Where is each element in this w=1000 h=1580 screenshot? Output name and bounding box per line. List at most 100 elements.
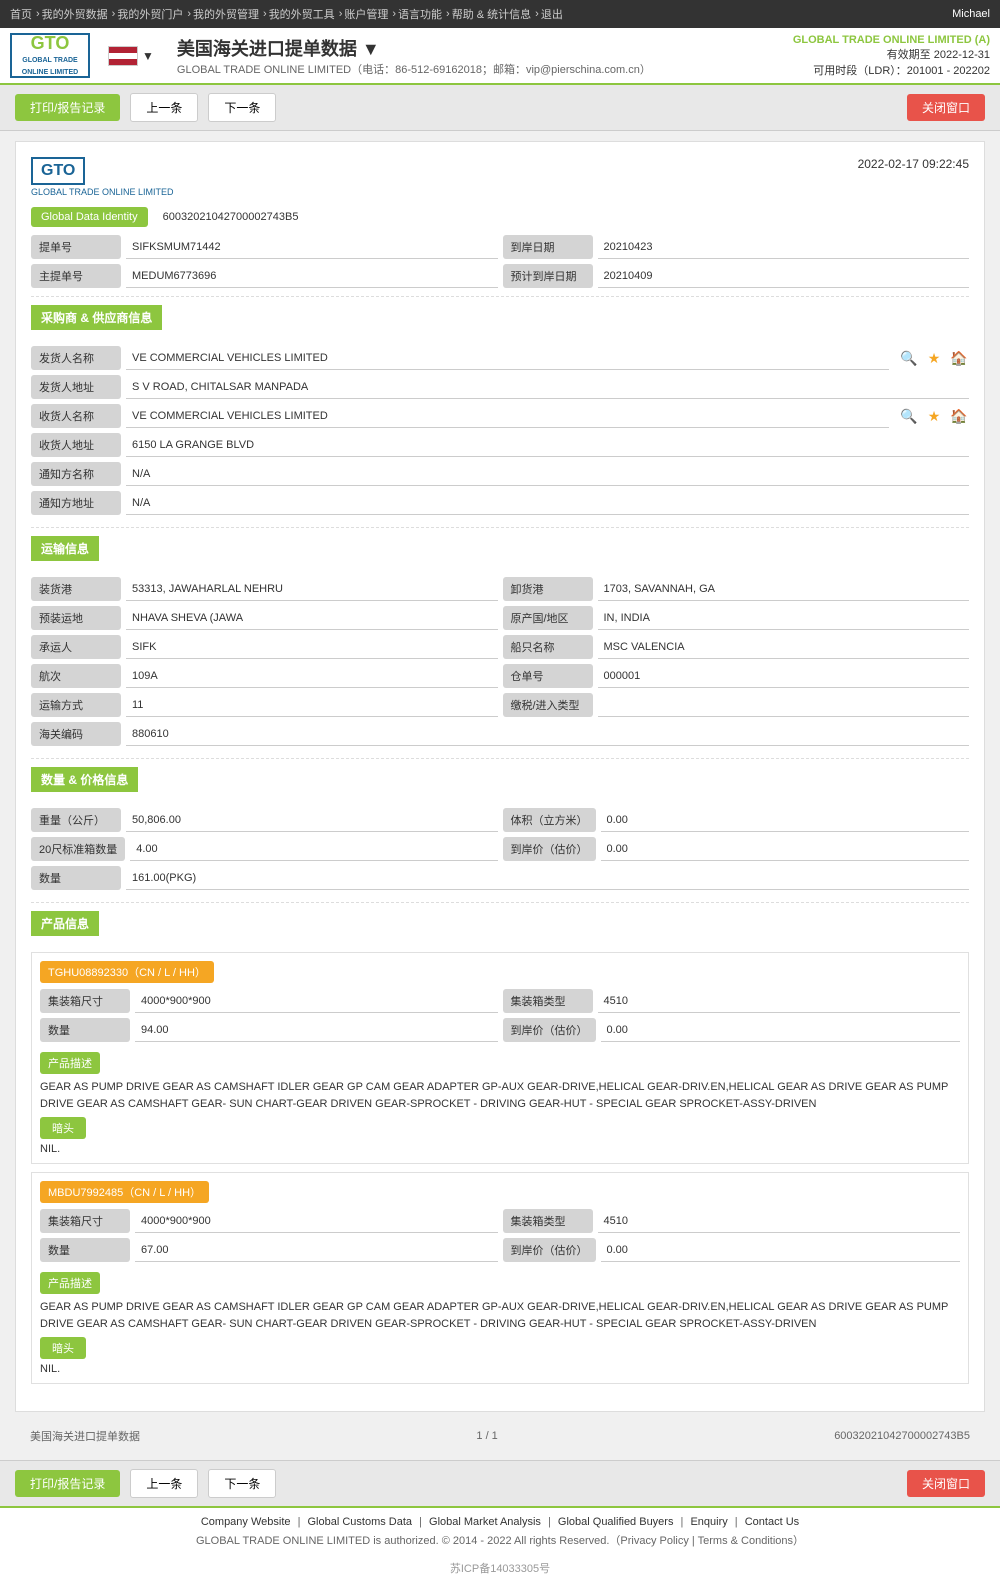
notify-name-row: 通知方名称 N/A bbox=[31, 462, 969, 486]
nav-home[interactable]: 首页 bbox=[10, 6, 32, 22]
transport-mode-label: 运输方式 bbox=[31, 693, 121, 717]
search-icon[interactable]: 🔍 bbox=[899, 348, 919, 368]
container1-size-value: 4000*900*900 bbox=[135, 989, 498, 1013]
vessel-group: 船只名称 MSC VALENCIA bbox=[503, 635, 970, 659]
transport-customs-row: 运输方式 11 缴税/进入类型 bbox=[31, 693, 969, 717]
footer-link-buyers[interactable]: Global Qualified Buyers bbox=[558, 1516, 674, 1528]
flag-selector[interactable]: ▼ bbox=[108, 46, 154, 66]
notify-addr-label: 通知方地址 bbox=[31, 491, 121, 515]
record-datetime: 2022-02-17 09:22:45 bbox=[858, 157, 969, 171]
container1-nil: NIL. bbox=[40, 1143, 960, 1155]
prev-button[interactable]: 上一条 bbox=[130, 93, 198, 122]
container1-type-group: 集装箱类型 4510 bbox=[503, 989, 961, 1013]
containers-20-group: 20尺标准箱数量 4.00 bbox=[31, 837, 498, 861]
quantity-section-title: 数量 & 价格信息 bbox=[31, 767, 138, 792]
pagination-title: 美国海关进口提单数据 bbox=[30, 1428, 140, 1444]
transport-mode-value: 11 bbox=[126, 693, 498, 717]
star-icon[interactable]: ★ bbox=[924, 348, 944, 368]
container1-more-btn[interactable]: 暗头 bbox=[40, 1117, 86, 1139]
container-no-label: 仓单号 bbox=[503, 664, 593, 688]
bottom-print-button[interactable]: 打印/报告记录 bbox=[15, 1470, 120, 1497]
arrival-date-label: 到岸日期 bbox=[503, 235, 593, 259]
product-section-title: 产品信息 bbox=[31, 911, 99, 936]
container-item-2: MBDU7992485（CN / L / HH） 集装箱尺寸 4000*900*… bbox=[31, 1172, 969, 1384]
nav-export-manage[interactable]: 我的外贸管理 bbox=[193, 6, 259, 22]
nav-export-portal[interactable]: 我的外贸门户 bbox=[117, 6, 183, 22]
container1-size-label: 集装箱尺寸 bbox=[40, 989, 130, 1013]
nav-export-data[interactable]: 我的外贸数据 bbox=[42, 6, 108, 22]
dest-port-label: 卸货港 bbox=[503, 577, 593, 601]
qty-row: 数量 161.00(PKG) bbox=[31, 866, 969, 890]
print-button[interactable]: 打印/报告记录 bbox=[15, 94, 120, 121]
bottom-next-button[interactable]: 下一条 bbox=[208, 1469, 276, 1498]
footer: Company Website | Global Customs Data | … bbox=[0, 1506, 1000, 1556]
preload-row: 预装运地 NHAVA SHEVA (JAWA 原产国/地区 IN, INDIA bbox=[31, 606, 969, 630]
next-button[interactable]: 下一条 bbox=[208, 93, 276, 122]
master-bill-value: MEDUM6773696 bbox=[126, 264, 498, 288]
container2-price-value: 0.00 bbox=[601, 1238, 961, 1262]
notify-addr-value: N/A bbox=[126, 491, 969, 515]
record-card: GTO GLOBAL TRADE ONLINE LIMITED 2022-02-… bbox=[15, 141, 985, 1412]
page-subtitle: GLOBAL TRADE ONLINE LIMITED（电话：86-512-69… bbox=[177, 61, 651, 77]
shipper-name-row: 发货人名称 VE COMMERCIAL VEHICLES LIMITED 🔍 ★… bbox=[31, 346, 969, 370]
nav-account[interactable]: 账户管理 bbox=[344, 6, 388, 22]
global-id-row: Global Data Identity 6003202104270000274… bbox=[31, 207, 969, 227]
container-1-id: TGHU08892330（CN / L / HH） bbox=[40, 961, 214, 983]
consignee-search-icon[interactable]: 🔍 bbox=[899, 406, 919, 426]
container2-more-btn[interactable]: 暗头 bbox=[40, 1337, 86, 1359]
container2-size-type-row: 集装箱尺寸 4000*900*900 集装箱类型 4510 bbox=[40, 1209, 960, 1233]
carrier-group: 承运人 SIFK bbox=[31, 635, 498, 659]
vessel-label: 船只名称 bbox=[503, 635, 593, 659]
company-link[interactable]: GLOBAL TRADE ONLINE LIMITED (A) bbox=[793, 34, 990, 46]
nav-export-tools[interactable]: 我的外贸工具 bbox=[269, 6, 335, 22]
us-flag bbox=[108, 46, 138, 66]
customs-type-label: 缴税/进入类型 bbox=[503, 693, 593, 717]
footer-link-market[interactable]: Global Market Analysis bbox=[429, 1516, 541, 1528]
nav-help[interactable]: 帮助 & 统计信息 bbox=[452, 6, 531, 22]
page-title: 美国海关进口提单数据 ▼ bbox=[177, 35, 651, 61]
container1-qty-price-row: 数量 94.00 到岸价（估价） 0.00 bbox=[40, 1018, 960, 1042]
master-bill-group: 主提单号 MEDUM6773696 bbox=[31, 264, 498, 288]
footer-link-company[interactable]: Company Website bbox=[201, 1516, 291, 1528]
consignee-home-icon[interactable]: 🏠 bbox=[949, 406, 969, 426]
bottom-close-button[interactable]: 关闭窗口 bbox=[907, 1470, 985, 1497]
shipper-addr-row: 发货人地址 S V ROAD, CHITALSAR MANPADA bbox=[31, 375, 969, 399]
consignee-addr-value: 6150 LA GRANGE BLVD bbox=[126, 433, 969, 457]
footer-link-customs[interactable]: Global Customs Data bbox=[308, 1516, 413, 1528]
unit-price-label: 到岸价（估价） bbox=[503, 837, 596, 861]
page-header: GTO GLOBAL TRADE ONLINE LIMITED ▼ 美国海关进口… bbox=[0, 28, 1000, 85]
bill-no-group: 提单号 SIFKSMUM71442 bbox=[31, 235, 498, 259]
pagination-page: 1 / 1 bbox=[476, 1430, 497, 1442]
consignee-name-value: VE COMMERCIAL VEHICLES LIMITED bbox=[126, 404, 889, 428]
weight-value: 50,806.00 bbox=[126, 808, 498, 832]
footer-link-contact[interactable]: Contact Us bbox=[745, 1516, 799, 1528]
customs-type-group: 缴税/进入类型 bbox=[503, 693, 970, 717]
container2-price-group: 到岸价（估价） 0.00 bbox=[503, 1238, 961, 1262]
container1-size-type-row: 集装箱尺寸 4000*900*900 集装箱类型 4510 bbox=[40, 989, 960, 1013]
pre-load-value: NHAVA SHEVA (JAWA bbox=[126, 606, 498, 630]
nav-language[interactable]: 语言功能 bbox=[398, 6, 442, 22]
container1-qty-value: 94.00 bbox=[135, 1018, 498, 1042]
voyage-container-row: 航次 109A 仓单号 000001 bbox=[31, 664, 969, 688]
consignee-star-icon[interactable]: ★ bbox=[924, 406, 944, 426]
nav-logout[interactable]: 退出 bbox=[541, 6, 563, 22]
footer-link-enquiry[interactable]: Enquiry bbox=[690, 1516, 727, 1528]
home-icon[interactable]: 🏠 bbox=[949, 348, 969, 368]
unit-price-group: 到岸价（估价） 0.00 bbox=[503, 837, 970, 861]
global-id-label: Global Data Identity bbox=[31, 207, 148, 227]
voyage-value: 109A bbox=[126, 664, 498, 688]
product-section: 产品信息 TGHU08892330（CN / L / HH） 集装箱尺寸 400… bbox=[31, 911, 969, 1384]
pre-load-group: 预装运地 NHAVA SHEVA (JAWA bbox=[31, 606, 498, 630]
customs-type-value bbox=[598, 693, 970, 717]
card-logo: GTO GLOBAL TRADE ONLINE LIMITED bbox=[31, 157, 174, 197]
bottom-prev-button[interactable]: 上一条 bbox=[130, 1469, 198, 1498]
pagination-id: 60032021042700002743B5 bbox=[834, 1430, 970, 1442]
est-arrival-value: 20210409 bbox=[598, 264, 970, 288]
global-id-value: 60032021042700002743B5 bbox=[153, 207, 309, 227]
origin-port-label: 装货港 bbox=[31, 577, 121, 601]
close-button[interactable]: 关闭窗口 bbox=[907, 94, 985, 121]
shipper-actions: 🔍 ★ 🏠 bbox=[899, 346, 969, 370]
volume-label: 体积（立方米） bbox=[503, 808, 596, 832]
arrival-date-group: 到岸日期 20210423 bbox=[503, 235, 970, 259]
supplier-section: 采购商 & 供应商信息 发货人名称 VE COMMERCIAL VEHICLES… bbox=[31, 305, 969, 515]
